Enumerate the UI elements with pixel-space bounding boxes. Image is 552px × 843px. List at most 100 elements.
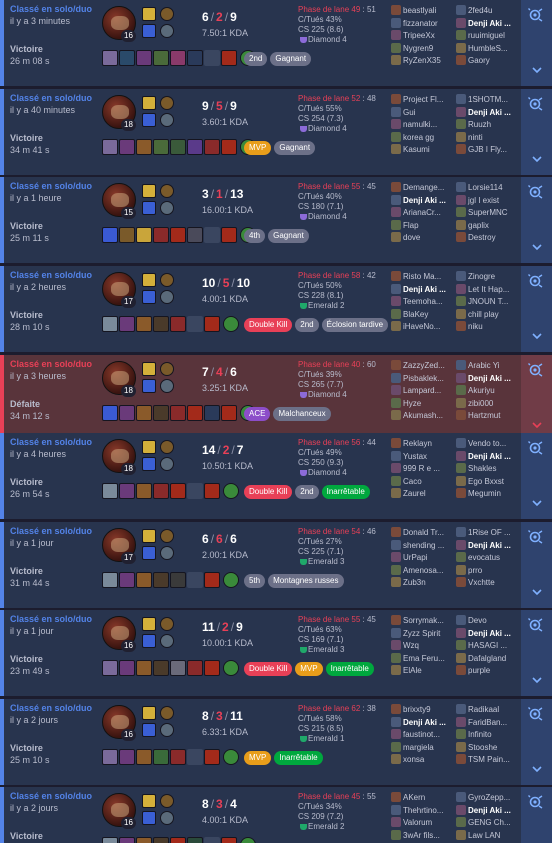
item-slot-icon[interactable]	[204, 572, 220, 588]
player-name[interactable]: Denji Aki ...	[468, 541, 511, 550]
player-name[interactable]: Stooshe	[468, 743, 497, 752]
player-name[interactable]: faustinot...	[403, 730, 440, 739]
player-name[interactable]: namulki...	[403, 120, 437, 129]
player-name[interactable]: Law LAN	[468, 831, 500, 840]
player-name[interactable]: Ema Feru...	[403, 654, 445, 663]
item-slot-icon[interactable]	[119, 660, 135, 676]
expand-panel[interactable]	[521, 787, 552, 843]
player-name[interactable]: Radikaal	[468, 705, 499, 714]
player-name[interactable]: zibi000	[468, 399, 493, 408]
chevron-down-icon[interactable]	[532, 588, 542, 596]
player-name[interactable]: Teemoha...	[403, 297, 443, 306]
item-slot-icon[interactable]	[221, 405, 237, 421]
player-row[interactable]: AKern	[391, 792, 457, 805]
player-row[interactable]: Zub3n	[391, 577, 457, 590]
player-name[interactable]: Denji Aki ...	[468, 629, 511, 638]
player-row[interactable]: niku	[456, 321, 520, 334]
player-name[interactable]: 2fed4u	[468, 6, 492, 15]
player-row[interactable]: Akumash...	[391, 410, 457, 423]
match-card[interactable]: Classé en solo/duo il y a 2 jours Victoire…	[0, 699, 552, 785]
player-name[interactable]: beastlyali	[403, 6, 436, 15]
item-slot-icon[interactable]	[119, 405, 135, 421]
trinket-item-icon[interactable]	[223, 660, 239, 676]
trinket-item-icon[interactable]	[223, 483, 239, 499]
item-slot-icon[interactable]	[204, 483, 220, 499]
player-name[interactable]: TSM Pain...	[468, 755, 510, 764]
player-row[interactable]: Vendo to...	[456, 438, 520, 451]
spectate-icon[interactable]	[528, 707, 544, 721]
item-slot-icon[interactable]	[187, 572, 203, 588]
player-row[interactable]: dove	[391, 232, 457, 245]
player-row[interactable]: SuperMNC	[456, 207, 520, 220]
item-slot-icon[interactable]	[102, 572, 118, 588]
player-name[interactable]: 999 R e ...	[403, 464, 440, 473]
player-row[interactable]: Teemoha...	[391, 296, 457, 309]
player-row[interactable]: Ema Feru...	[391, 652, 457, 666]
player-name[interactable]: Kasumi	[403, 145, 430, 154]
chevron-down-icon[interactable]	[532, 66, 542, 74]
player-name[interactable]: Shakles	[468, 464, 496, 473]
player-name[interactable]: Let It Hap...	[468, 285, 509, 294]
item-slot-icon[interactable]	[136, 572, 152, 588]
match-card[interactable]: Classé en solo/duo il y a 3 heures Défaite…	[0, 355, 552, 441]
player-row[interactable]: Caco	[391, 475, 457, 489]
player-row[interactable]: TSM Pain...	[456, 754, 520, 767]
player-row[interactable]: ninti	[456, 131, 520, 145]
match-card[interactable]: Classé en solo/duo il y a 1 jour Victoire 3…	[0, 522, 552, 608]
player-name[interactable]: purple	[468, 666, 490, 675]
player-row[interactable]: Denji Aki ...	[391, 283, 457, 297]
trinket-item-icon[interactable]	[223, 316, 239, 332]
player-row[interactable]: xonsa	[391, 754, 457, 767]
item-slot-icon[interactable]	[136, 405, 152, 421]
player-name[interactable]: Akuriyu	[468, 386, 495, 395]
player-name[interactable]: Denji Aki ...	[403, 718, 446, 727]
player-row[interactable]: Amenosa...	[391, 564, 457, 578]
item-slot-icon[interactable]	[170, 837, 186, 843]
player-row[interactable]: Akuriyu	[456, 385, 520, 398]
player-row[interactable]: Destroy	[456, 232, 520, 245]
player-row[interactable]: Valorum	[391, 817, 457, 830]
player-name[interactable]: Infinito	[468, 730, 492, 739]
player-name[interactable]: GENG Ch...	[468, 818, 511, 827]
player-row[interactable]: namulki...	[391, 119, 457, 132]
item-slot-icon[interactable]	[119, 139, 135, 155]
item-slot-icon[interactable]	[153, 572, 169, 588]
player-name[interactable]: TripeeXx	[403, 31, 435, 40]
player-name[interactable]: korea gg	[403, 133, 434, 142]
chevron-down-icon[interactable]	[532, 765, 542, 773]
player-row[interactable]: Reklayn	[391, 438, 457, 451]
player-row[interactable]: TripeeXx	[391, 30, 457, 43]
spectate-icon[interactable]	[528, 274, 544, 288]
chevron-down-icon[interactable]	[532, 155, 542, 163]
player-name[interactable]: ArianaCr...	[403, 208, 441, 217]
player-row[interactable]: JNOUN T...	[456, 296, 520, 309]
player-name[interactable]: Megumin	[468, 489, 501, 498]
player-row[interactable]: Denji Aki ...	[456, 372, 520, 386]
player-name[interactable]: Nygren9	[403, 44, 433, 53]
item-slot-icon[interactable]	[136, 227, 152, 243]
player-name[interactable]: evocatus	[468, 553, 500, 562]
player-row[interactable]: Gui	[391, 106, 457, 120]
item-slot-icon[interactable]	[187, 749, 203, 765]
player-name[interactable]: Risto Ma...	[403, 272, 441, 281]
player-row[interactable]: ZazzyZed...	[391, 360, 457, 373]
player-name[interactable]: iHaveNo...	[403, 322, 440, 331]
player-row[interactable]: Infinito	[456, 729, 520, 742]
player-name[interactable]: Denji Aki ...	[468, 108, 511, 117]
player-name[interactable]: ZazzyZed...	[403, 361, 445, 370]
item-slot-icon[interactable]	[204, 660, 220, 676]
item-slot-icon[interactable]	[153, 483, 169, 499]
player-row[interactable]: Denji Aki ...	[391, 194, 457, 208]
player-row[interactable]: Wzq	[391, 640, 457, 653]
spectate-icon[interactable]	[528, 618, 544, 632]
player-name[interactable]: Donald Tr...	[403, 528, 444, 537]
player-name[interactable]: Ruuzh	[468, 120, 491, 129]
player-name[interactable]: ninti	[468, 133, 483, 142]
player-name[interactable]: Dafalgland	[468, 654, 506, 663]
player-row[interactable]: chill play	[456, 308, 520, 322]
player-row[interactable]: Megumin	[456, 488, 520, 501]
player-row[interactable]: Risto Ma...	[391, 271, 457, 284]
player-row[interactable]: Hyze	[391, 397, 457, 411]
item-slot-icon[interactable]	[102, 316, 118, 332]
player-row[interactable]: Gaory	[456, 55, 520, 68]
